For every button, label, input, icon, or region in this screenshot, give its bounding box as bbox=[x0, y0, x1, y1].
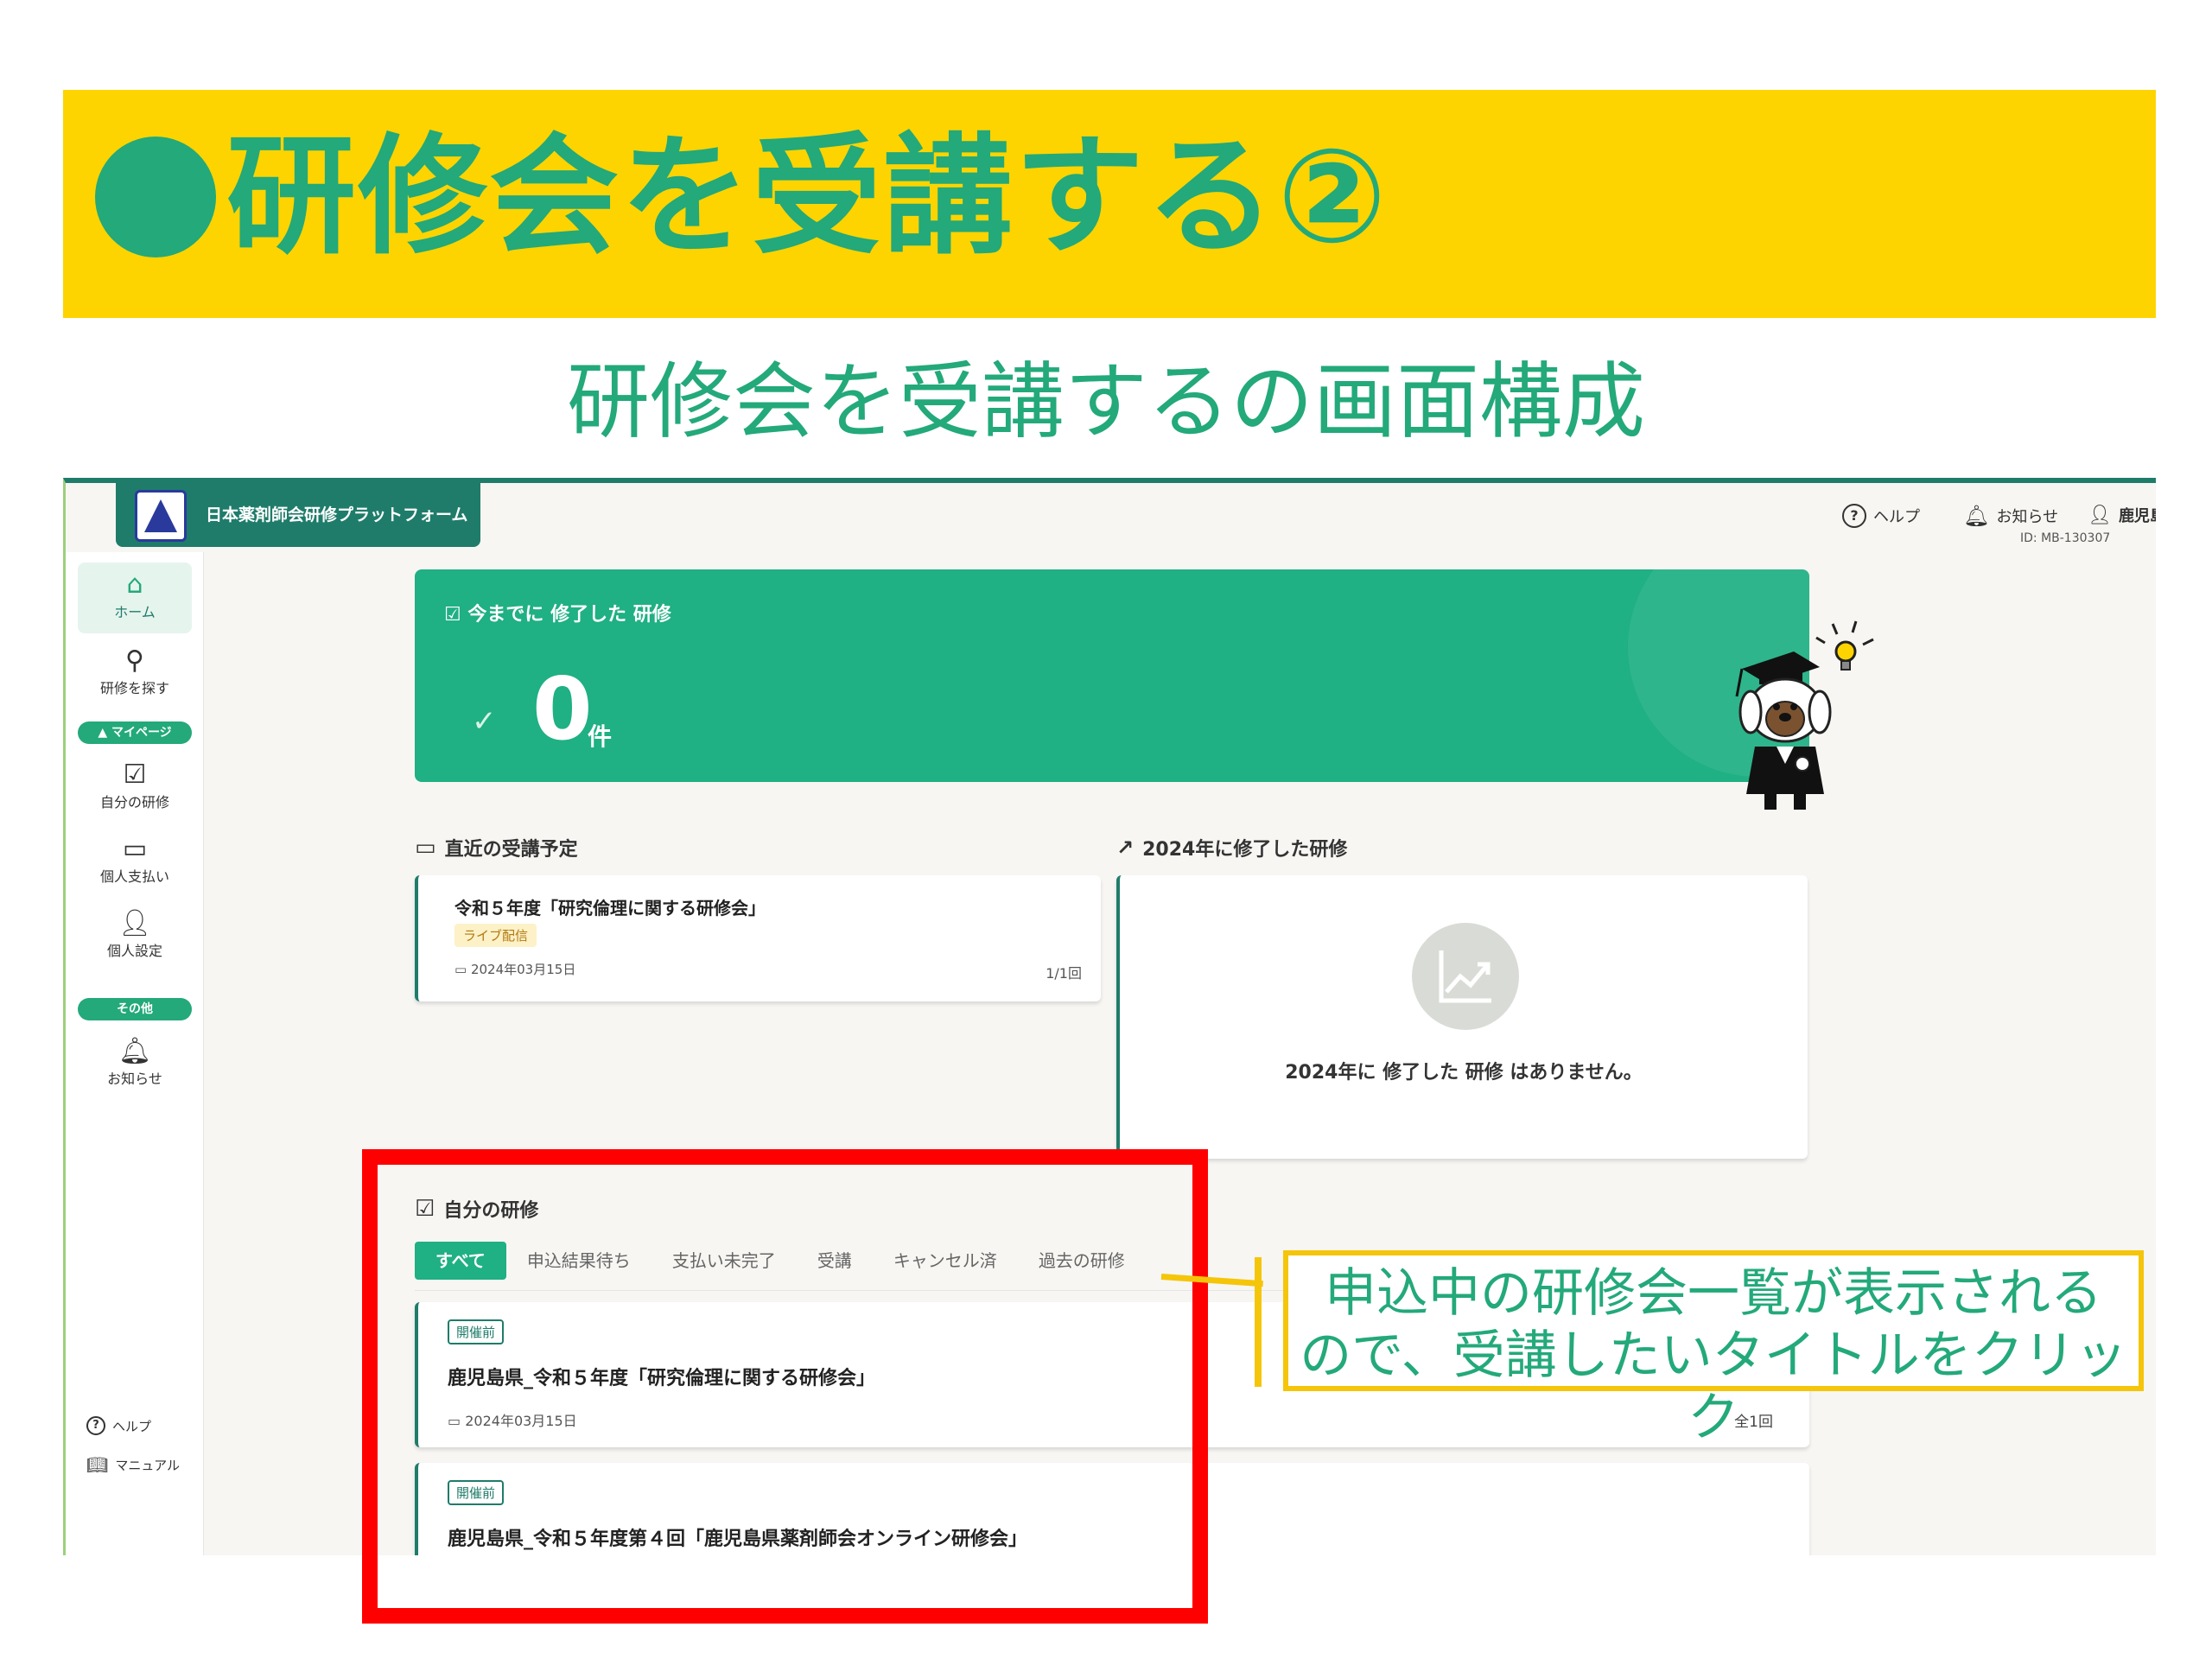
sidebar-help-label: ヘルプ bbox=[112, 1418, 152, 1434]
callout-line-1: 申込中の研修会一覧が表示される bbox=[1325, 1263, 2102, 1324]
bookmark-check-icon: ☑ bbox=[123, 760, 147, 790]
sidebar-manual-link[interactable]: 📖︎ マニュアル bbox=[86, 1454, 180, 1475]
completed-card: 2024年に 修了した 研修 はありません。 bbox=[1116, 875, 1808, 1159]
sidebar-item-home[interactable]: ⌂ ホーム bbox=[78, 563, 192, 633]
user-id: ID: MB-130307 bbox=[2020, 531, 2111, 545]
sidebar-item-my-training[interactable]: ☑ 自分の研修 bbox=[78, 760, 192, 811]
live-badge: ライブ配信 bbox=[454, 924, 537, 947]
sidebar-item-notice[interactable]: 🔔︎ お知らせ bbox=[78, 1036, 192, 1088]
callout-line-2: ので、受講したいタイトルをクリック bbox=[1300, 1325, 2127, 1448]
completed-count-banner: ☑ 今までに 修了した 研修 ✓ 0 件 bbox=[415, 569, 1809, 782]
sidebar: ⌂ ホーム ⚲ 研修を探す ▲ マイページ ☑ 自分の研修 ▭ 個人支払い 👤︎… bbox=[66, 552, 204, 1555]
slide-title: 研修会を受講する② bbox=[226, 122, 1389, 272]
schedule-section-title: ▭ 直近の受講予定 bbox=[415, 835, 578, 861]
user-name: 鹿児島 太郎 bbox=[2118, 507, 2156, 525]
brand-tab[interactable]: 日本薬剤師会研修プラットフォーム bbox=[116, 483, 480, 547]
schedule-card-title: 令和５年度「研究倫理に関する研修会」 bbox=[454, 898, 766, 918]
sidebar-manual-label: マニュアル bbox=[115, 1457, 180, 1473]
help-link[interactable]: ? ヘルプ bbox=[1842, 504, 1920, 528]
completed-count: 0 bbox=[532, 658, 593, 760]
sidebar-item-settings[interactable]: 👤︎ 個人設定 bbox=[78, 908, 192, 960]
credit-card-icon: ▭ bbox=[122, 834, 148, 864]
book-icon: 📖︎ bbox=[86, 1454, 109, 1475]
check-icon: ✓ bbox=[472, 704, 497, 739]
notice-label: お知らせ bbox=[1996, 508, 2059, 526]
sidebar-section-other: その他 bbox=[78, 998, 192, 1020]
banner-title: ☑ 今までに 修了した 研修 bbox=[444, 604, 671, 626]
help-icon: ? bbox=[86, 1416, 105, 1435]
sidebar-item-label: 研修を探す bbox=[99, 680, 169, 696]
sidebar-help-link[interactable]: ? ヘルプ bbox=[86, 1416, 151, 1435]
sidebar-section-mypage[interactable]: ▲ マイページ bbox=[78, 721, 192, 744]
highlight-box bbox=[362, 1149, 1208, 1624]
callout-bracket bbox=[1255, 1257, 1262, 1387]
home-icon: ⌂ bbox=[126, 569, 143, 600]
user-icon: 👤︎ bbox=[118, 908, 152, 938]
user-icon: 👤︎ bbox=[2088, 504, 2112, 526]
sidebar-item-search[interactable]: ⚲ 研修を探す bbox=[78, 645, 192, 697]
callout-box: 申込中の研修会一覧が表示される ので、受講したいタイトルをクリック bbox=[1283, 1250, 2144, 1448]
sidebar-item-payment[interactable]: ▭ 個人支払い bbox=[78, 834, 192, 886]
notice-link[interactable]: 🔔︎ お知らせ bbox=[1963, 504, 2058, 528]
help-label: ヘルプ bbox=[1873, 508, 1920, 526]
search-icon: ⚲ bbox=[125, 645, 144, 676]
sidebar-item-label: 自分の研修 bbox=[99, 794, 169, 810]
completed-empty-message: 2024年に 修了した 研修 はありません。 bbox=[1285, 1062, 1643, 1084]
sidebar-item-label: お知らせ bbox=[107, 1071, 162, 1087]
brand-name: 日本薬剤師会研修プラットフォーム bbox=[206, 505, 468, 524]
help-icon: ? bbox=[1842, 504, 1866, 528]
completed-section-title: ↗ 2024年に修了した研修 bbox=[1116, 836, 1348, 861]
callout-text: 申込中の研修会一覧が表示される ので、受講したいタイトルをクリック bbox=[1288, 1262, 2139, 1449]
calendar-icon: ▭ bbox=[454, 962, 467, 977]
completed-count-unit: 件 bbox=[588, 722, 613, 751]
chart-up-icon bbox=[1412, 923, 1519, 1030]
logo bbox=[135, 490, 187, 542]
bookmark-check-icon: ☑ bbox=[444, 604, 461, 626]
slide-subtitle: 研修会を受講するの画面構成 bbox=[567, 353, 1645, 450]
bell-icon: 🔔︎ bbox=[1963, 504, 1990, 528]
mascot-illustration bbox=[1735, 620, 1874, 810]
schedule-card-date: ▭ 2024年03月15日 bbox=[454, 962, 576, 977]
bell-icon: 🔔︎ bbox=[118, 1036, 152, 1066]
schedule-card-count: 1/1回 bbox=[1046, 965, 1082, 982]
sidebar-item-label: ホーム bbox=[114, 604, 156, 620]
user-menu[interactable]: 👤︎ 鹿児島 太郎 bbox=[2088, 504, 2156, 526]
sidebar-item-label: 個人設定 bbox=[106, 943, 162, 959]
slide: 研修会を受講する② 研修会を受講するの画面構成 日本薬剤師会研修プラットフォーム… bbox=[0, 0, 2212, 1659]
chart-up-icon: ↗ bbox=[1116, 836, 1135, 860]
schedule-card[interactable]: 令和５年度「研究倫理に関する研修会」 ライブ配信 ▭ 2024年03月15日 1… bbox=[415, 875, 1101, 1001]
sidebar-item-label: 個人支払い bbox=[99, 868, 169, 885]
calendar-icon: ▭ bbox=[415, 835, 436, 861]
title-bullet-icon bbox=[95, 137, 216, 257]
